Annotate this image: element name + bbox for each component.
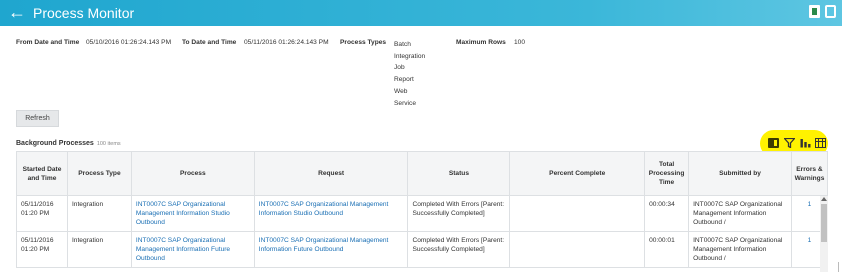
request-link[interactable]: INT0007C SAP Organizational Management I… <box>253 195 409 232</box>
refresh-button[interactable]: Refresh <box>16 110 59 127</box>
column-header[interactable]: Percent Complete <box>509 151 646 196</box>
time-cell: 00:00:01 <box>644 231 690 268</box>
type-cell: Integration <box>66 195 132 232</box>
process-type-item: Web Service <box>394 87 416 107</box>
started-cell: 05/11/2016 01:20 PM <box>16 231 68 268</box>
table-header-row: Started Date and Time Process Type Proce… <box>16 151 829 196</box>
section-heading: Background Processes <box>16 140 94 147</box>
print-icon[interactable] <box>825 5 836 18</box>
arrow-left-icon[interactable]: ← <box>8 2 26 22</box>
process-link[interactable]: INT0007C SAP Organizational Management I… <box>130 231 255 268</box>
column-header[interactable]: Submitted by <box>688 151 792 196</box>
filter-icon[interactable] <box>784 138 795 148</box>
column-header[interactable]: Process Type <box>66 151 132 196</box>
max-rows-value: 100 <box>514 39 526 46</box>
window-edge <box>838 262 839 272</box>
max-rows-label: Maximum Rows <box>456 39 506 46</box>
type-cell: Integration <box>66 231 132 268</box>
grid-icon[interactable] <box>815 138 826 148</box>
submitted-cell: INT0007C SAP Organizational Management I… <box>688 195 792 232</box>
process-type-item: Batch <box>394 41 411 48</box>
process-type-item: Integration <box>394 52 426 60</box>
started-cell: 05/11/2016 01:20 PM <box>16 195 68 232</box>
process-link[interactable]: INT0007C SAP Organizational Management I… <box>130 195 255 232</box>
column-header[interactable]: Started Date and Time <box>16 151 68 196</box>
column-header[interactable]: Request <box>253 151 409 196</box>
process-type-item: Job <box>394 64 405 72</box>
from-date-value: 05/10/2016 01:26:24.143 PM <box>86 39 172 46</box>
status-cell: Completed With Errors [Parent: Successfu… <box>407 195 511 232</box>
process-types-label: Process Types <box>340 39 387 46</box>
chart-icon[interactable] <box>800 138 811 148</box>
column-header[interactable]: Total Processing Time <box>644 151 690 196</box>
section-title: Background Processes 100 items <box>16 140 121 147</box>
item-count: 100 items <box>96 141 121 147</box>
time-cell: 00:00:34 <box>644 195 690 232</box>
to-date-label: To Date and Time <box>182 39 237 46</box>
process-type-item: Report <box>394 76 414 84</box>
status-cell: Completed With Errors [Parent: Successfu… <box>407 231 511 268</box>
excel-icon[interactable] <box>768 138 779 148</box>
from-date-label: From Date and Time <box>16 39 80 46</box>
request-link[interactable]: INT0007C SAP Organizational Management I… <box>253 231 409 268</box>
submitted-cell: INT0007C SAP Organizational Management I… <box>688 231 792 268</box>
percent-cell <box>509 231 646 268</box>
table-row: 05/11/2016 01:20 PM Integration INT0007C… <box>16 195 829 232</box>
app-header: ← Process Monitor <box>0 0 842 26</box>
table-row: 05/11/2016 01:20 PM Integration INT0007C… <box>16 231 829 268</box>
scroll-up-icon[interactable] <box>821 197 827 201</box>
page-title: Process Monitor <box>33 5 135 21</box>
column-header[interactable]: Errors & Warnings <box>790 151 829 196</box>
column-header[interactable]: Status <box>407 151 511 196</box>
to-date-value: 05/11/2016 01:26:24.143 PM <box>244 39 329 46</box>
percent-cell <box>509 195 646 232</box>
background-processes-table: Started Date and Time Process Type Proce… <box>16 151 829 268</box>
excel-export-icon[interactable] <box>809 5 820 18</box>
scrollbar-thumb[interactable] <box>821 204 827 242</box>
process-types-list: Batch Integration Job Report Web Service <box>394 39 425 109</box>
column-header[interactable]: Process <box>130 151 255 196</box>
